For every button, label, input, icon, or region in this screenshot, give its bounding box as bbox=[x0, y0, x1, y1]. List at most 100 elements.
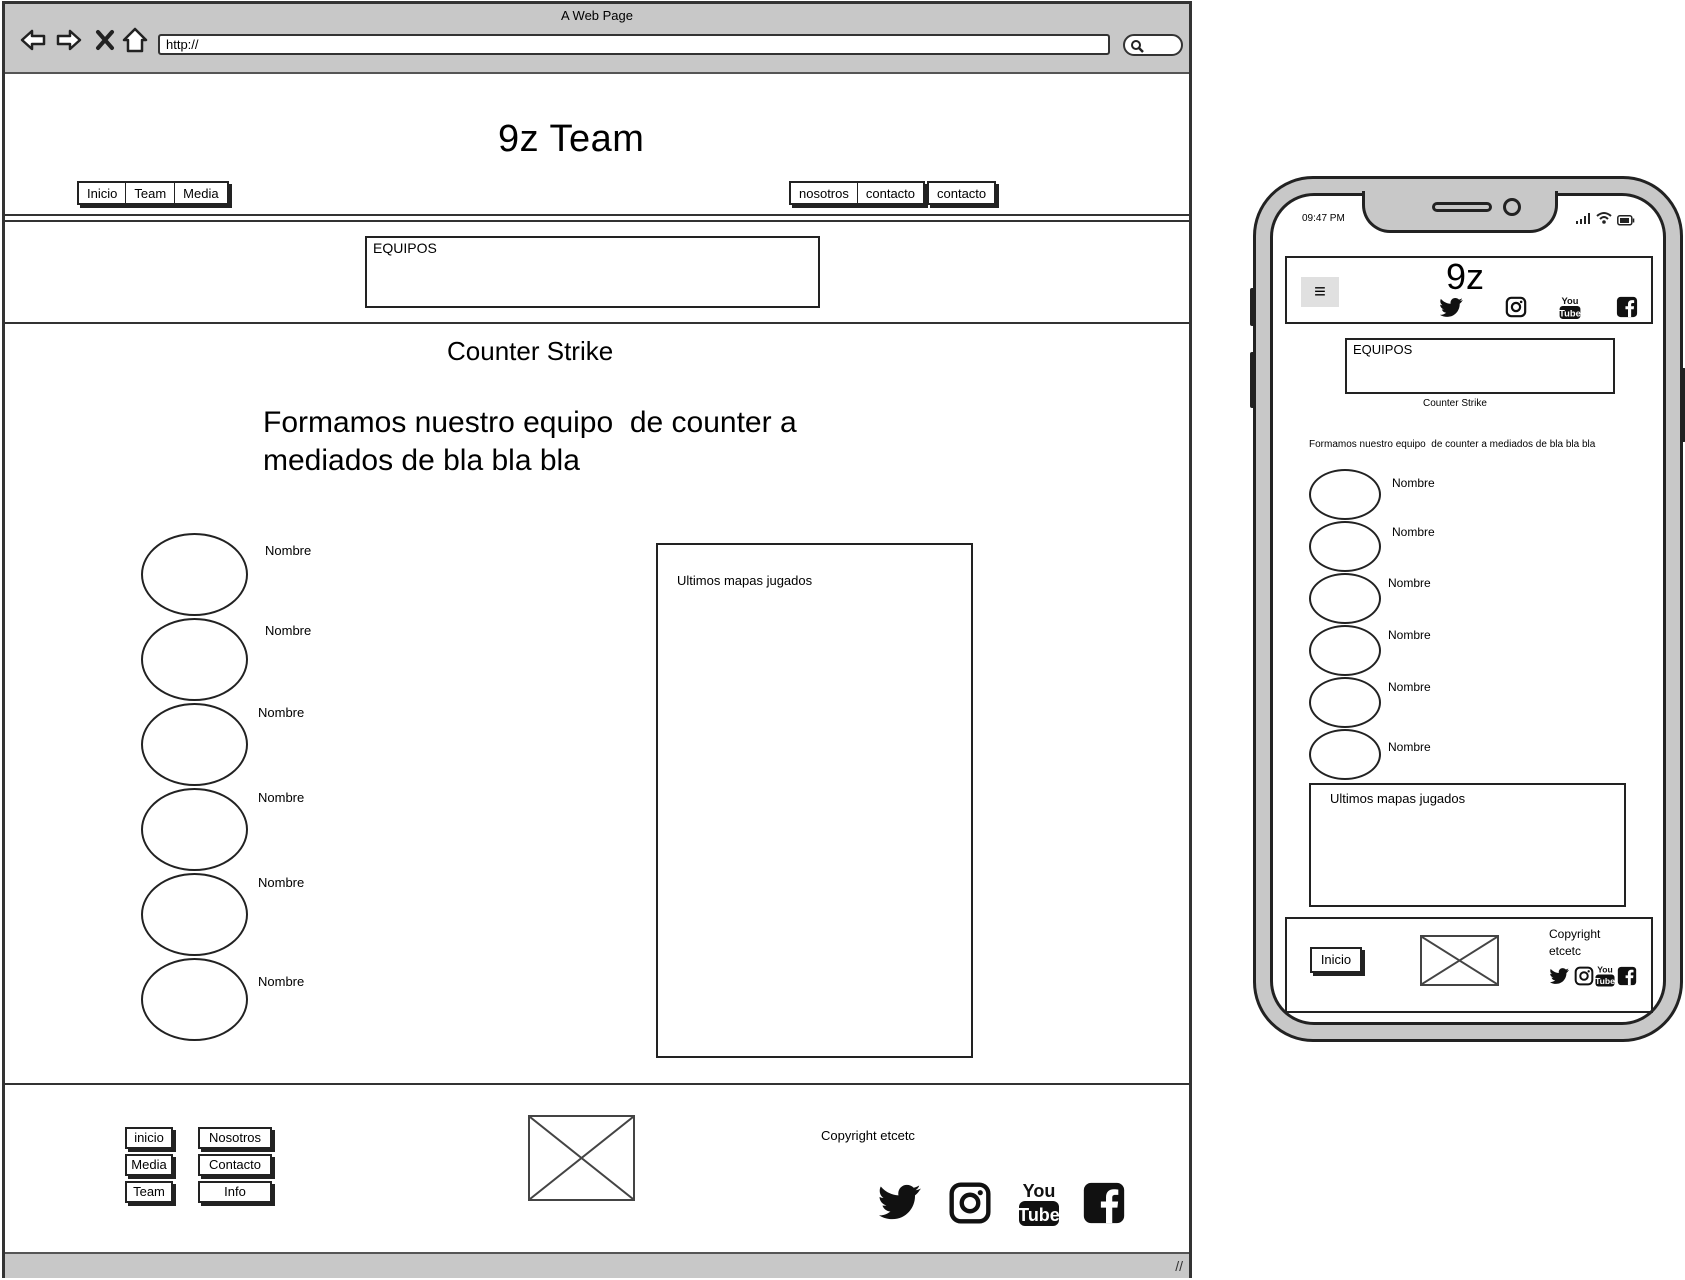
intro-text-line-1: Formamos nuestro equipo de counter a bbox=[263, 406, 797, 439]
browser-toolbar: A Web Page http:// bbox=[5, 4, 1189, 74]
svg-text:You: You bbox=[1023, 1181, 1056, 1201]
forward-icon[interactable] bbox=[55, 26, 83, 54]
svg-text:Tube: Tube bbox=[1018, 1205, 1060, 1225]
twitter-icon[interactable] bbox=[1439, 297, 1464, 319]
header-divider-2 bbox=[5, 220, 1189, 222]
phone-maps-panel: Ultimos mapas jugados bbox=[1309, 783, 1626, 907]
nav-contacto-button-2[interactable]: contacto bbox=[929, 183, 994, 203]
player-name: Nombre bbox=[1392, 525, 1435, 539]
phone-intro-text: Formamos nuestro equipo de counter a med… bbox=[1309, 439, 1596, 450]
player-avatar[interactable] bbox=[141, 703, 248, 786]
nav-media-button[interactable]: Media bbox=[175, 183, 226, 203]
browser-status-bar: // bbox=[5, 1252, 1189, 1278]
intro-text-line-2: mediados de bla bla bla bbox=[263, 444, 580, 477]
footer-nosotros-button[interactable]: Nosotros bbox=[198, 1127, 272, 1149]
nav-contacto-single-group: contacto bbox=[927, 181, 997, 205]
player-name: Nombre bbox=[1388, 740, 1431, 754]
phone-speaker bbox=[1432, 202, 1492, 212]
footer-media-button[interactable]: Media bbox=[125, 1154, 173, 1176]
signal-icon bbox=[1575, 211, 1591, 225]
player-avatar[interactable] bbox=[1309, 625, 1381, 676]
facebook-icon[interactable] bbox=[1617, 966, 1637, 986]
nav-team-button[interactable]: Team bbox=[126, 183, 176, 203]
phone-copyright-line-1: Copyright bbox=[1549, 927, 1601, 941]
facebook-icon[interactable] bbox=[1082, 1181, 1126, 1225]
nav-left-group: Inicio Team Media bbox=[77, 181, 229, 205]
phone-equipos-label: EQUIPOS bbox=[1353, 342, 1413, 357]
phone-footer-image-placeholder bbox=[1420, 935, 1499, 986]
phone-footer-inicio-button[interactable]: Inicio bbox=[1310, 947, 1362, 973]
svg-text:You: You bbox=[1562, 296, 1579, 306]
search-icon bbox=[1131, 40, 1144, 53]
player-name: Nombre bbox=[1392, 476, 1435, 490]
player-name: Nombre bbox=[1388, 680, 1431, 694]
player-avatar[interactable] bbox=[1309, 573, 1381, 624]
twitter-icon[interactable] bbox=[1549, 967, 1570, 986]
instagram-icon[interactable] bbox=[1505, 296, 1527, 318]
player-avatar[interactable] bbox=[141, 873, 248, 956]
nav-contacto-button[interactable]: contacto bbox=[858, 183, 923, 203]
youtube-icon[interactable]: You Tube bbox=[1559, 294, 1581, 320]
site-title: 9z Team bbox=[498, 118, 645, 160]
section-divider bbox=[5, 322, 1189, 324]
back-icon[interactable] bbox=[19, 26, 47, 54]
footer-contacto-button[interactable]: Contacto bbox=[198, 1154, 272, 1176]
game-title: Counter Strike bbox=[447, 336, 614, 366]
player-avatar[interactable] bbox=[1309, 469, 1381, 520]
player-avatar[interactable] bbox=[141, 533, 248, 616]
player-name: Nombre bbox=[258, 974, 305, 989]
instagram-icon[interactable] bbox=[948, 1181, 992, 1225]
svg-text:You: You bbox=[1597, 965, 1613, 975]
youtube-icon[interactable]: You Tube bbox=[1595, 963, 1615, 988]
phone-game-title: Counter Strike bbox=[1423, 398, 1487, 409]
player-avatar[interactable] bbox=[141, 788, 248, 871]
phone-camera bbox=[1503, 198, 1521, 216]
url-input[interactable]: http:// bbox=[158, 34, 1110, 55]
player-avatar[interactable] bbox=[1309, 521, 1381, 572]
footer-divider bbox=[5, 1083, 1189, 1085]
maps-panel: Ultimos mapas jugados bbox=[656, 543, 973, 1058]
phone-site-title: 9z bbox=[1446, 256, 1485, 297]
player-name: Nombre bbox=[1388, 628, 1431, 642]
window-title: A Web Page bbox=[560, 8, 634, 23]
phone-maps-panel-label: Ultimos mapas jugados bbox=[1330, 791, 1466, 806]
footer-inicio-button[interactable]: inicio bbox=[125, 1127, 173, 1149]
phone-status-time: 09:47 PM bbox=[1302, 213, 1345, 224]
svg-text:Tube: Tube bbox=[1595, 976, 1615, 986]
player-name: Nombre bbox=[265, 543, 312, 558]
browser-search-field[interactable] bbox=[1123, 34, 1183, 56]
phone-notch bbox=[1362, 191, 1558, 233]
copyright-text: Copyright etcetc bbox=[821, 1128, 915, 1143]
intro-text: Formamos nuestro equipo de counter a med… bbox=[263, 404, 903, 480]
youtube-icon[interactable]: You Tube bbox=[1018, 1178, 1060, 1228]
phone-equipos-box[interactable]: EQUIPOS bbox=[1345, 338, 1615, 394]
nav-nosotros-button[interactable]: nosotros bbox=[791, 183, 858, 203]
player-avatar[interactable] bbox=[1309, 677, 1381, 728]
footer-image-placeholder bbox=[528, 1115, 635, 1201]
phone-copyright-line-2: etcetc bbox=[1549, 944, 1582, 958]
player-name: Nombre bbox=[258, 790, 305, 805]
resize-grip-icon[interactable]: // bbox=[1175, 1258, 1183, 1274]
player-name: Nombre bbox=[258, 875, 305, 890]
equipos-box[interactable]: EQUIPOS bbox=[365, 236, 820, 308]
footer-team-button[interactable]: Team bbox=[125, 1181, 173, 1203]
facebook-icon[interactable] bbox=[1616, 296, 1638, 318]
wifi-icon bbox=[1596, 211, 1612, 225]
player-avatar[interactable] bbox=[1309, 729, 1381, 780]
twitter-icon[interactable] bbox=[879, 1183, 923, 1223]
hamburger-icon[interactable]: ≡ bbox=[1301, 277, 1339, 307]
header-divider bbox=[5, 214, 1189, 216]
home-icon[interactable] bbox=[121, 26, 149, 54]
equipos-label: EQUIPOS bbox=[373, 240, 437, 256]
footer-info-button[interactable]: Info bbox=[198, 1181, 272, 1203]
svg-text:Tube: Tube bbox=[1559, 308, 1581, 318]
player-avatar[interactable] bbox=[141, 958, 248, 1041]
nav-inicio-button[interactable]: Inicio bbox=[79, 183, 127, 203]
stop-icon[interactable] bbox=[93, 26, 121, 54]
instagram-icon[interactable] bbox=[1574, 966, 1594, 986]
player-avatar[interactable] bbox=[141, 618, 248, 701]
player-name: Nombre bbox=[265, 623, 312, 638]
player-name: Nombre bbox=[258, 705, 305, 720]
player-name: Nombre bbox=[1388, 576, 1431, 590]
battery-icon bbox=[1617, 213, 1635, 226]
